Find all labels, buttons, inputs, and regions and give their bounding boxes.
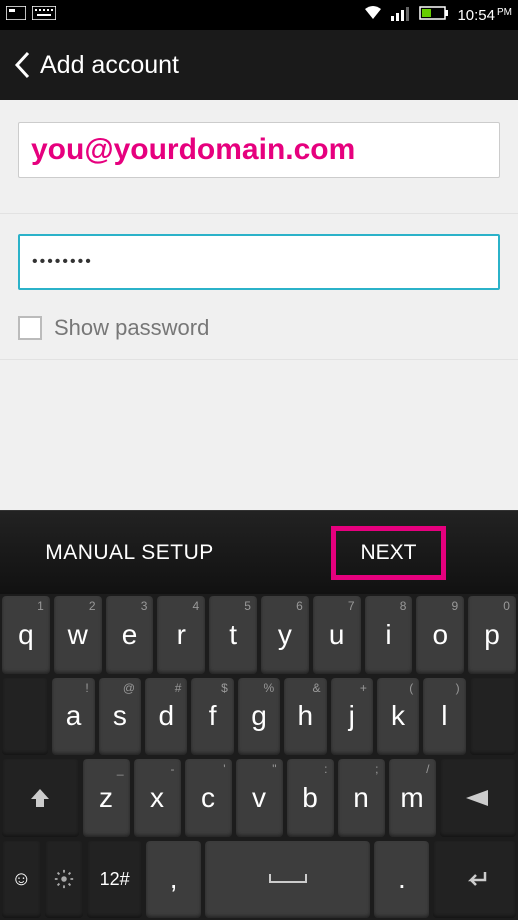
key-v[interactable]: v"	[236, 759, 283, 837]
key-m[interactable]: m/	[389, 759, 436, 837]
manual-setup-button[interactable]: MANUAL SETUP	[0, 541, 259, 565]
key-c[interactable]: c'	[185, 759, 232, 837]
key-k[interactable]: k(	[377, 678, 419, 756]
key-q[interactable]: q1	[2, 596, 50, 674]
divider	[0, 359, 518, 360]
key-i[interactable]: i8	[365, 596, 413, 674]
key-f[interactable]: f$	[191, 678, 233, 756]
key-j[interactable]: j+	[331, 678, 373, 756]
key-y[interactable]: y6	[261, 596, 309, 674]
back-button[interactable]	[10, 47, 34, 83]
key-h[interactable]: h&	[284, 678, 326, 756]
key-n[interactable]: n;	[338, 759, 385, 837]
key-g[interactable]: g%	[238, 678, 280, 756]
settings-key[interactable]	[45, 841, 84, 919]
key-u[interactable]: u7	[313, 596, 361, 674]
key-edge-right[interactable]	[470, 678, 516, 756]
clock: 10:54PM	[457, 7, 512, 24]
password-input[interactable]: ••••••••	[18, 234, 500, 290]
key-s[interactable]: s@	[99, 678, 141, 756]
email-input[interactable]: you@yourdomain.com	[18, 122, 500, 178]
comma-key[interactable]: ,	[146, 841, 201, 919]
key-d[interactable]: d#	[145, 678, 187, 756]
keyboard-icon	[32, 6, 56, 24]
symbols-key[interactable]: 12#	[87, 841, 142, 919]
status-bar: 10:54PM	[0, 0, 518, 30]
key-edge-left[interactable]	[2, 678, 48, 756]
space-key[interactable]	[205, 841, 370, 919]
key-t[interactable]: t5	[209, 596, 257, 674]
keyboard: q1w2e3r4t5y6u7i8o9p0 a!s@d#f$g%h&j+k(l) …	[0, 594, 518, 920]
wifi-icon	[363, 5, 383, 25]
signal-icon	[391, 5, 411, 25]
key-z[interactable]: z_	[83, 759, 130, 837]
header: Add account	[0, 30, 518, 100]
shift-key[interactable]	[2, 759, 79, 837]
period-key[interactable]: .	[374, 841, 429, 919]
show-password-checkbox[interactable]	[18, 316, 42, 340]
show-password-row[interactable]: Show password	[18, 315, 500, 359]
form-area: you@yourdomain.com •••••••• Show passwor…	[0, 100, 518, 510]
app-drawer-icon	[6, 6, 26, 24]
key-w[interactable]: w2	[54, 596, 102, 674]
key-x[interactable]: x-	[134, 759, 181, 837]
password-value: ••••••••	[32, 253, 93, 271]
key-o[interactable]: o9	[416, 596, 464, 674]
key-r[interactable]: r4	[157, 596, 205, 674]
key-p[interactable]: p0	[468, 596, 516, 674]
enter-key[interactable]	[433, 841, 516, 919]
show-password-label: Show password	[54, 315, 209, 341]
page-title: Add account	[40, 51, 179, 80]
key-a[interactable]: a!	[52, 678, 94, 756]
key-l[interactable]: l)	[423, 678, 465, 756]
footer-buttons: MANUAL SETUP NEXT	[0, 510, 518, 594]
key-b[interactable]: b:	[287, 759, 334, 837]
key-e[interactable]: e3	[106, 596, 154, 674]
backspace-key[interactable]	[440, 759, 517, 837]
emoji-key[interactable]: ☺	[2, 841, 41, 919]
battery-icon	[419, 5, 449, 25]
next-button[interactable]: NEXT	[331, 526, 445, 580]
email-value: you@yourdomain.com	[31, 133, 355, 167]
